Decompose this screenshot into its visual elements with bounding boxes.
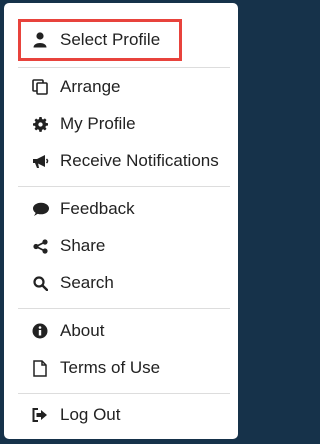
- search-icon: [30, 273, 50, 293]
- copy-icon: [30, 77, 50, 97]
- menu-item-my-profile[interactable]: My Profile: [4, 107, 238, 141]
- menu-item-label: Select Profile: [60, 30, 161, 49]
- user-icon: [30, 30, 50, 50]
- menu-divider: [18, 67, 230, 68]
- menu-item-label: Arrange: [60, 77, 121, 96]
- document-icon: [30, 358, 50, 378]
- menu-item-label: Receive Notifications: [60, 151, 219, 170]
- menu-divider: [18, 186, 230, 187]
- comment-icon: [30, 199, 50, 219]
- menu-divider: [18, 393, 230, 394]
- menu-item-feedback[interactable]: Feedback: [4, 192, 238, 226]
- gear-icon: [30, 114, 50, 134]
- sign-out-icon: [30, 405, 50, 425]
- megaphone-icon: [30, 151, 50, 171]
- menu-item-label: Log Out: [60, 405, 121, 424]
- profile-dropdown-menu: Select Profile Arrange My Profile Receiv…: [4, 3, 238, 439]
- info-icon: [30, 321, 50, 341]
- menu-item-log-out[interactable]: Log Out: [4, 398, 238, 432]
- menu-item-terms-of-use[interactable]: Terms of Use: [4, 351, 238, 385]
- menu-divider: [18, 308, 230, 309]
- menu-item-receive-notifications[interactable]: Receive Notifications: [4, 144, 238, 178]
- menu-item-about[interactable]: About: [4, 314, 238, 348]
- menu-item-label: Terms of Use: [60, 358, 161, 377]
- menu-item-select-profile[interactable]: Select Profile: [4, 23, 238, 57]
- menu-item-label: Share: [60, 236, 106, 255]
- menu-item-label: Feedback: [60, 199, 135, 218]
- menu-item-label: My Profile: [60, 114, 136, 133]
- menu-item-share[interactable]: Share: [4, 229, 238, 263]
- menu-item-label: Search: [60, 273, 114, 292]
- menu-item-arrange[interactable]: Arrange: [4, 70, 238, 104]
- share-icon: [30, 236, 50, 256]
- menu-item-label: About: [60, 321, 105, 340]
- menu-item-search[interactable]: Search: [4, 266, 238, 300]
